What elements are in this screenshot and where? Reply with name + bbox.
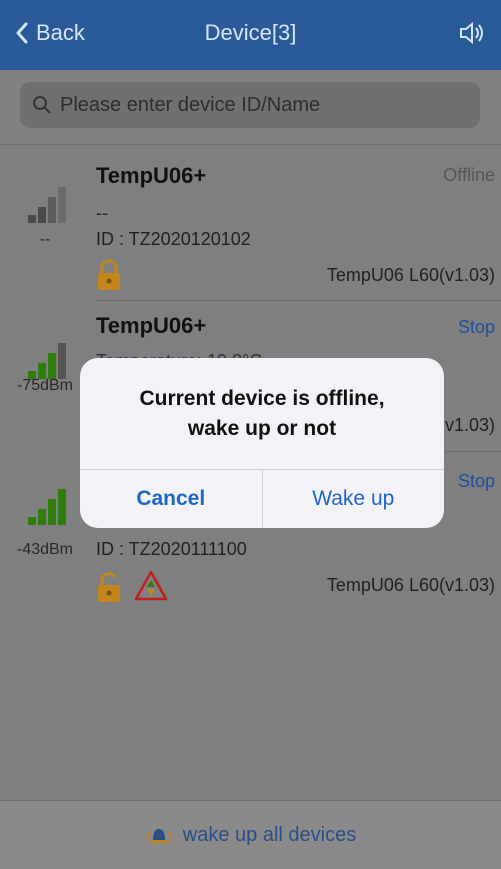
dialog-message: Current device is offline, wake up or no… — [80, 384, 444, 444]
page-title: Device[3] — [204, 20, 297, 45]
bell-icon — [146, 829, 172, 843]
dialog-message-line1: Current device is offline, — [139, 387, 385, 410]
signal-strength: -75dBm — [16, 377, 74, 394]
signal-weak-icon — [28, 185, 72, 223]
lock-open-icon — [98, 572, 120, 602]
cancel-button[interactable]: Cancel — [80, 470, 262, 528]
wake-all-button[interactable]: wake up all devices — [0, 800, 501, 869]
search-placeholder: Please enter device ID/Name — [60, 93, 321, 116]
wake-all-label: wake up all devices — [182, 823, 357, 846]
lock-closed-icon — [98, 259, 120, 290]
device-status: Stop — [457, 317, 495, 337]
device-reading: -- — [96, 203, 108, 223]
search-icon — [33, 96, 51, 114]
device-name: TempU06+ — [96, 163, 207, 188]
signal-strength: -- — [39, 231, 51, 248]
search-area: Please enter device ID/Name — [0, 70, 501, 145]
device-status: Offline — [443, 165, 495, 185]
signal-strength: -43dBm — [16, 541, 74, 558]
device-item[interactable]: -- TempU06+ Offline -- ID : TZ2020120102… — [0, 145, 501, 301]
search-input[interactable]: Please enter device ID/Name — [20, 82, 480, 128]
device-version: TempU06 L60(v1.03) — [326, 575, 495, 595]
wake-dialog: Current device is offline, wake up or no… — [80, 358, 444, 528]
dialog-buttons: Cancel Wake up — [80, 469, 444, 528]
warning-icon — [134, 570, 168, 601]
device-version: TempU06 L60(v1.03) — [326, 265, 495, 285]
device-id: ID : TZ2020120102 — [96, 229, 251, 249]
device-version: v1.03) — [444, 415, 495, 435]
wake-up-button[interactable]: Wake up — [261, 470, 445, 528]
signal-strong-icon — [28, 341, 72, 379]
speaker-icon — [460, 21, 483, 45]
device-name: TempU06+ — [96, 313, 207, 338]
nav-bar: Back Device[3] — [0, 0, 501, 70]
speaker-button[interactable] — [457, 18, 487, 53]
device-id: ID : TZ2020111100 — [96, 539, 247, 559]
signal-strong-icon — [28, 487, 72, 525]
device-status: Stop — [457, 471, 495, 491]
dialog-message-line2: wake up or not — [187, 417, 337, 440]
